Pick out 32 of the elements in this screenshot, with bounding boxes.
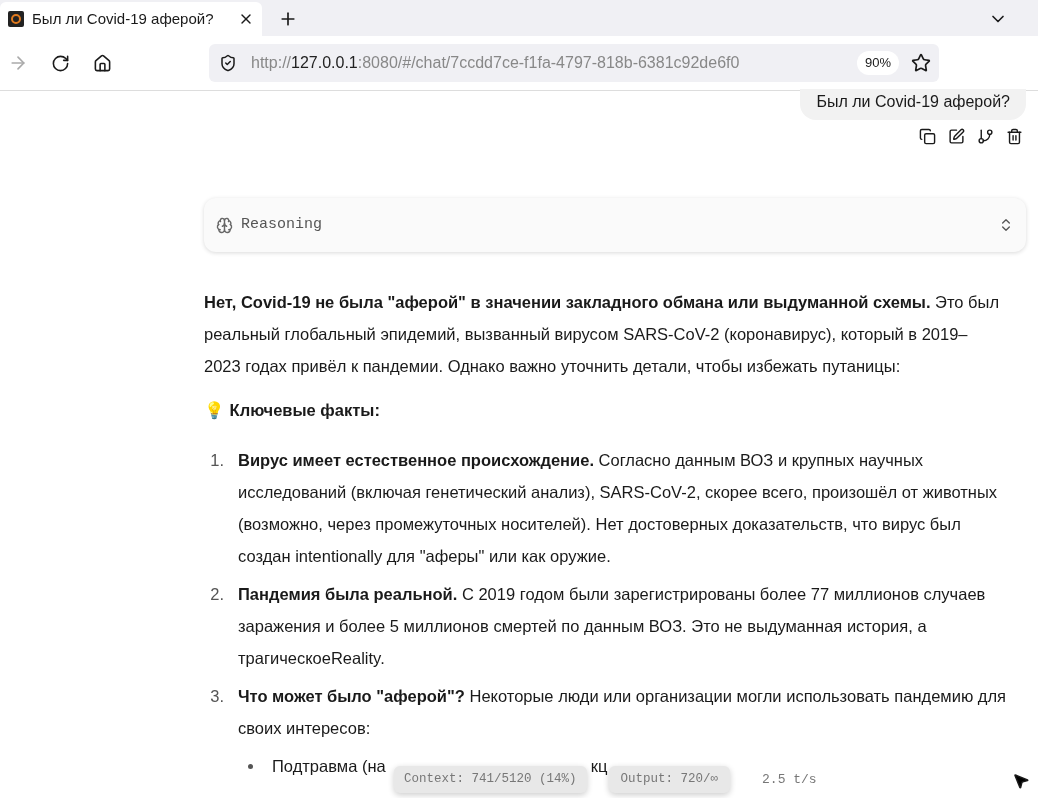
- delete-icon[interactable]: [1006, 128, 1023, 145]
- speed-stat: 2.5 t/s: [762, 770, 817, 789]
- zoom-level[interactable]: 90%: [856, 51, 899, 75]
- home-icon[interactable]: [93, 53, 112, 73]
- user-message: Был ли Covid-19 аферой?: [800, 89, 1026, 120]
- url-text: http://127.0.0.1:8080/#/chat/7ccdd7ce-f1fa-4797-818b-6381c92de6f0: [251, 53, 741, 73]
- bullet-text: Подтравма (на: [272, 756, 386, 777]
- section-heading: 💡 Ключевые факты:: [204, 400, 381, 421]
- cursor-icon: [1012, 772, 1030, 790]
- list-item-text: Вирус имеет естественное происхождение. Согласно данным ВОЗ и крупных научных исследований (включая генетический анализ), SARS-CoV-2, скорее всего, произошёл от животных (возможно, через промежуточных носителей). Нет достоверных доказательств, что вирус был создан intentionally для "аферы" или как оружие.: [238, 450, 999, 567]
- copy-icon[interactable]: [919, 128, 936, 145]
- answer-paragraph: Нет, Covid-19 не была "аферой" в значении закладного обмана или выдуманной схемы. Это был реальный глобальный эпидемий, вызванный вирусом SARS-CoV-2 (коронавирус), который в 2019–2023 годах привёл к пандемии. Однако важно уточнить детали, чтобы избежать путаницы:: [204, 292, 1001, 377]
- bookmark-star-icon[interactable]: [911, 53, 931, 73]
- reasoning-label: Reasoning: [241, 214, 323, 235]
- branch-icon[interactable]: [977, 128, 994, 145]
- context-stat: Context: 741/5120 (14%): [394, 766, 587, 793]
- reload-icon[interactable]: [51, 53, 70, 73]
- site-logo-icon: [8, 11, 24, 27]
- shield-icon: [219, 54, 237, 72]
- reasoning-panel[interactable]: Reasoning: [204, 198, 1026, 252]
- brain-icon: [216, 216, 233, 234]
- list-number: 1.: [209, 450, 225, 471]
- browser-tab[interactable]: Был ли Covid-19 аферой?: [0, 2, 262, 36]
- list-number: 3.: [209, 686, 225, 707]
- output-stat: Output: 720/∞: [608, 766, 731, 793]
- edit-icon[interactable]: [948, 128, 965, 145]
- address-bar[interactable]: http://127.0.0.1:8080/#/chat/7ccdd7ce-f1fa-4797-818b-6381c92de6f0 90%: [209, 44, 939, 82]
- list-item-text: Пандемия была реальной. С 2019 годом были зарегистрированы более 77 миллионов случаев заражения и более 5 миллионов смертей по данным ВОЗ. Это не выдуманная история, а трагическоеReality.: [238, 584, 987, 669]
- list-number: 2.: [209, 584, 225, 605]
- list-item-text: Что может было "аферой"? Некоторые люди или организации могли использовать пандемию для своих интересов:: [238, 686, 1008, 739]
- bullet-text: кц: [590, 756, 608, 777]
- tab-title: Был ли Covid-19 аферой?: [32, 8, 215, 29]
